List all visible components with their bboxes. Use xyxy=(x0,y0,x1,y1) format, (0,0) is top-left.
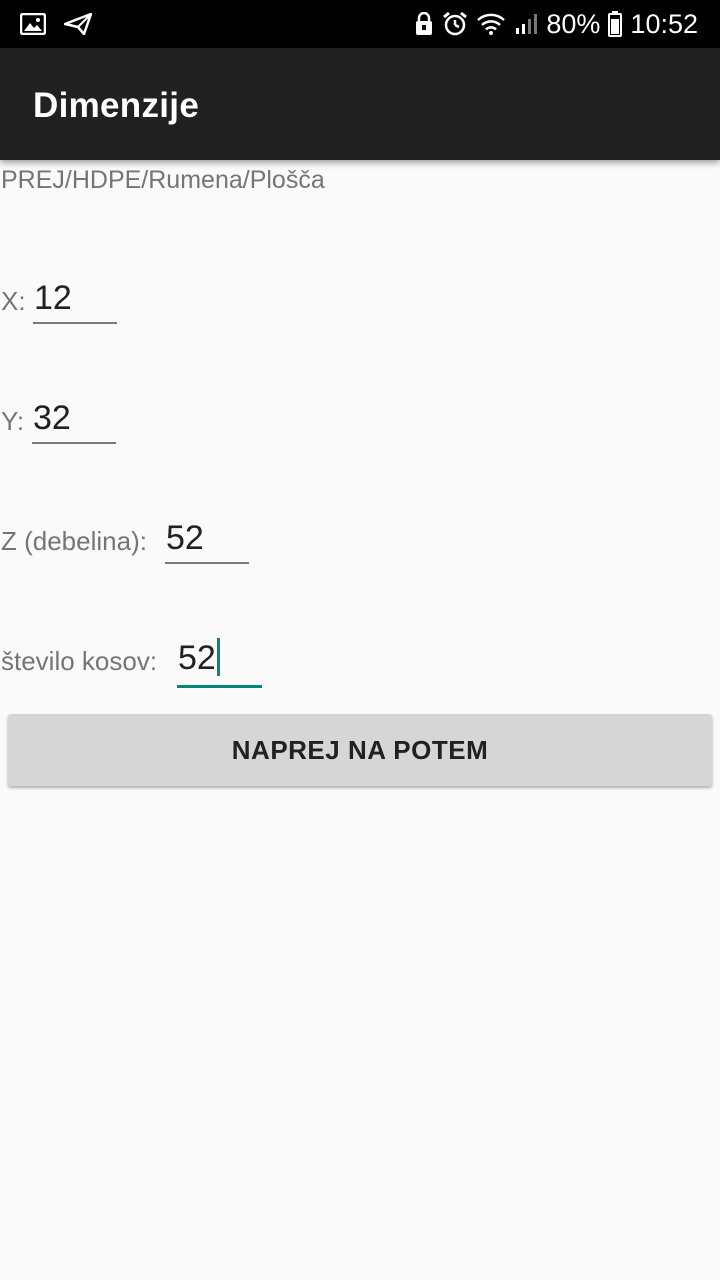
count-label: število kosov: xyxy=(1,646,158,676)
battery-percent: 80% xyxy=(546,8,601,39)
z-thickness-input[interactable]: 52 xyxy=(165,518,249,564)
count-value-wrap: 52 xyxy=(178,638,220,678)
status-left-icons xyxy=(20,10,92,38)
send-icon xyxy=(64,13,92,35)
image-icon xyxy=(20,13,46,35)
y-input[interactable]: 32 xyxy=(32,398,116,444)
wifi-icon xyxy=(476,12,506,36)
signal-icon xyxy=(514,12,538,36)
x-value: 12 xyxy=(34,279,72,317)
z-value: 52 xyxy=(166,519,204,557)
next-button-label: NAPREJ NA POTEM xyxy=(231,734,489,765)
next-button[interactable]: NAPREJ NA POTEM xyxy=(8,714,712,786)
lock-icon xyxy=(414,12,434,36)
x-label: X: xyxy=(1,286,26,316)
y-label: Y: xyxy=(1,406,25,436)
x-input[interactable]: 12 xyxy=(33,278,117,324)
count-value: 52 xyxy=(178,639,216,677)
z-label: Z (debelina): xyxy=(1,526,147,556)
text-cursor xyxy=(216,638,220,676)
y-value: 32 xyxy=(33,399,71,437)
clock-time: 10:52 xyxy=(630,8,698,39)
status-right-icons: 80% 10:52 xyxy=(414,8,698,40)
battery-icon xyxy=(608,11,623,37)
page-title: Dimenzije xyxy=(33,86,200,125)
alarm-icon xyxy=(442,11,468,37)
app-bar: Dimenzije xyxy=(0,48,720,160)
status-bar: 80% 10:52 xyxy=(0,0,720,48)
piece-count-input[interactable]: 52 xyxy=(177,638,262,688)
breadcrumb: PREJ/HDPE/Rumena/Plošča xyxy=(1,166,325,194)
